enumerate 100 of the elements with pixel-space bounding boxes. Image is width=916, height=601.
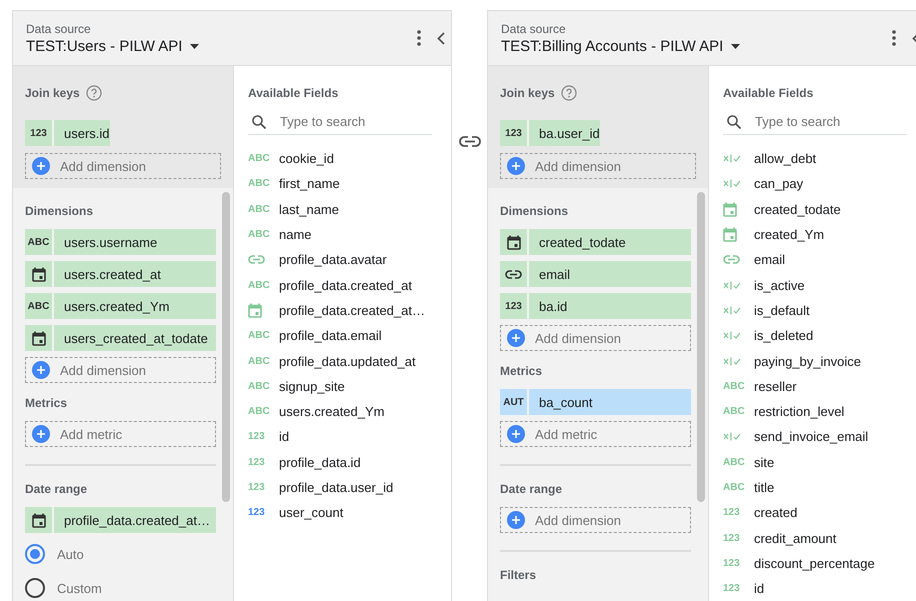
add-field-button[interactable]: Add dimension: [500, 153, 696, 179]
calendar-icon: [506, 234, 520, 250]
add-field-button[interactable]: Add metric: [500, 421, 691, 447]
add-field-button[interactable]: Add dimension: [25, 357, 216, 383]
field-item[interactable]: 123 credit_amount: [723, 525, 912, 551]
field-item[interactable]: email: [723, 247, 912, 272]
field-chip[interactable]: ABC users.created_Ym: [25, 293, 216, 319]
radio-option[interactable]: Auto: [25, 541, 216, 567]
add-field-button[interactable]: Add metric: [25, 421, 216, 447]
add-field-button[interactable]: Add dimension: [25, 153, 221, 179]
type-label: ABC: [248, 229, 270, 240]
plus-icon: [32, 157, 50, 175]
field-item[interactable]: 123 created: [723, 500, 912, 526]
collapse-icon[interactable]: [437, 32, 445, 44]
help-icon[interactable]: [560, 85, 577, 101]
scrollbar[interactable]: [222, 192, 230, 502]
field-item[interactable]: ABC title: [723, 474, 912, 500]
boolean-icon: [723, 432, 741, 442]
section-heading: Filters: [500, 568, 538, 582]
field-item[interactable]: ABC signup_site: [248, 374, 437, 399]
field-item[interactable]: paying_by_invoice: [723, 348, 912, 374]
field-chip[interactable]: users_created_at_todate: [25, 325, 216, 351]
boolean-icon: [723, 356, 741, 366]
section-heading: Dimensions: [500, 204, 570, 218]
field-chip[interactable]: users.created_at: [25, 261, 216, 287]
field-item[interactable]: ABC profile_data.updated_at: [248, 348, 437, 374]
field-item[interactable]: 123 id: [723, 576, 912, 601]
field-item[interactable]: ABC profile_data.created_at: [248, 272, 437, 298]
field-item[interactable]: ABC first_name: [248, 171, 437, 197]
add-field-button[interactable]: Add dimension: [500, 325, 691, 351]
field-item[interactable]: ABC site: [723, 450, 912, 475]
help-icon[interactable]: [86, 85, 102, 101]
type-label: ABC: [248, 204, 270, 215]
field-item[interactable]: 123 user_count: [248, 500, 437, 526]
field-item[interactable]: 123 profile_data.user_id: [248, 474, 437, 500]
source-label: Data source: [501, 22, 566, 36]
field-item[interactable]: ABC restriction_level: [723, 398, 912, 424]
type-label: 123: [723, 507, 740, 518]
field-item[interactable]: ABC cookie_id: [248, 146, 437, 172]
type-label: ABC: [248, 356, 270, 367]
field-chip[interactable]: ABC users.username: [25, 229, 216, 255]
field-item[interactable]: ABC profile_data.email: [248, 323, 437, 348]
plus-icon: [32, 425, 50, 443]
field-chip[interactable]: AUT ba_count: [500, 389, 691, 415]
field-chip[interactable]: 123 ba.id: [500, 293, 691, 319]
boolean-icon: [723, 280, 741, 290]
field-item[interactable]: send_invoice_email: [723, 424, 912, 450]
field-item[interactable]: profile_data.avatar: [248, 247, 437, 272]
field-item[interactable]: ABC users.created_Ym: [248, 398, 437, 424]
more-icon[interactable]: [892, 30, 896, 46]
type-label: 123: [723, 532, 740, 544]
boolean-icon: [723, 154, 741, 164]
field-item[interactable]: ABC reseller: [723, 374, 912, 399]
search-icon: [727, 114, 741, 128]
calendar-icon: [723, 227, 737, 242]
type-label: ABC: [248, 406, 270, 418]
type-label: 123: [30, 128, 47, 138]
type-label: AUT: [503, 396, 524, 408]
field-item[interactable]: 123 profile_data.id: [248, 450, 437, 475]
type-label: 123: [505, 300, 522, 312]
field-item[interactable]: can_pay: [723, 171, 912, 197]
field-chip[interactable]: created_todate: [500, 229, 691, 255]
field-item[interactable]: allow_debt: [723, 146, 912, 172]
field-item[interactable]: created_Ym: [723, 222, 912, 248]
radio-option[interactable]: Custom: [25, 575, 216, 601]
type-label: 123: [248, 431, 265, 442]
calendar-icon: [32, 512, 46, 528]
field-chip[interactable]: profile_data.created_at…: [25, 507, 216, 533]
type-label: 123: [723, 583, 740, 594]
field-item[interactable]: ABC name: [248, 222, 437, 248]
type-label: 123: [505, 128, 522, 138]
field-item[interactable]: is_active: [723, 272, 912, 298]
scrollbar[interactable]: [697, 192, 705, 502]
search-field[interactable]: Type to search: [755, 114, 885, 129]
field-item[interactable]: is_default: [723, 298, 912, 324]
type-label: 123: [248, 507, 265, 518]
caret-icon: [731, 44, 740, 48]
type-label: ABC: [723, 380, 745, 392]
more-icon[interactable]: [417, 30, 421, 46]
source-dropdown[interactable]: TEST:Users - PILW API: [26, 38, 200, 54]
field-item[interactable]: is_deleted: [723, 323, 912, 348]
type-label: ABC: [28, 236, 50, 248]
field-item[interactable]: 123 id: [248, 424, 437, 450]
field-chip[interactable]: 123 users.id: [25, 120, 110, 146]
field-item[interactable]: created_todate: [723, 196, 912, 222]
plus-icon: [507, 329, 525, 347]
add-field-button[interactable]: Add dimension: [500, 507, 691, 533]
section-heading: Dimensions: [25, 204, 94, 218]
section-heading: Available Fields: [248, 86, 338, 100]
field-item[interactable]: ABC last_name: [248, 196, 437, 222]
field-item[interactable]: 123 discount_percentage: [723, 550, 912, 576]
link-icon[interactable]: [458, 136, 480, 147]
field-item[interactable]: profile_data.created_at…: [248, 298, 437, 324]
search-field[interactable]: Type to search: [280, 114, 410, 129]
field-chip[interactable]: email: [500, 261, 691, 287]
field-chip[interactable]: 123 ba.user_id: [500, 120, 600, 146]
link-icon: [248, 255, 265, 264]
source-label: Data source: [26, 22, 91, 36]
source-dropdown[interactable]: TEST:Billing Accounts - PILW API: [501, 38, 740, 54]
boolean-icon: [723, 306, 741, 315]
